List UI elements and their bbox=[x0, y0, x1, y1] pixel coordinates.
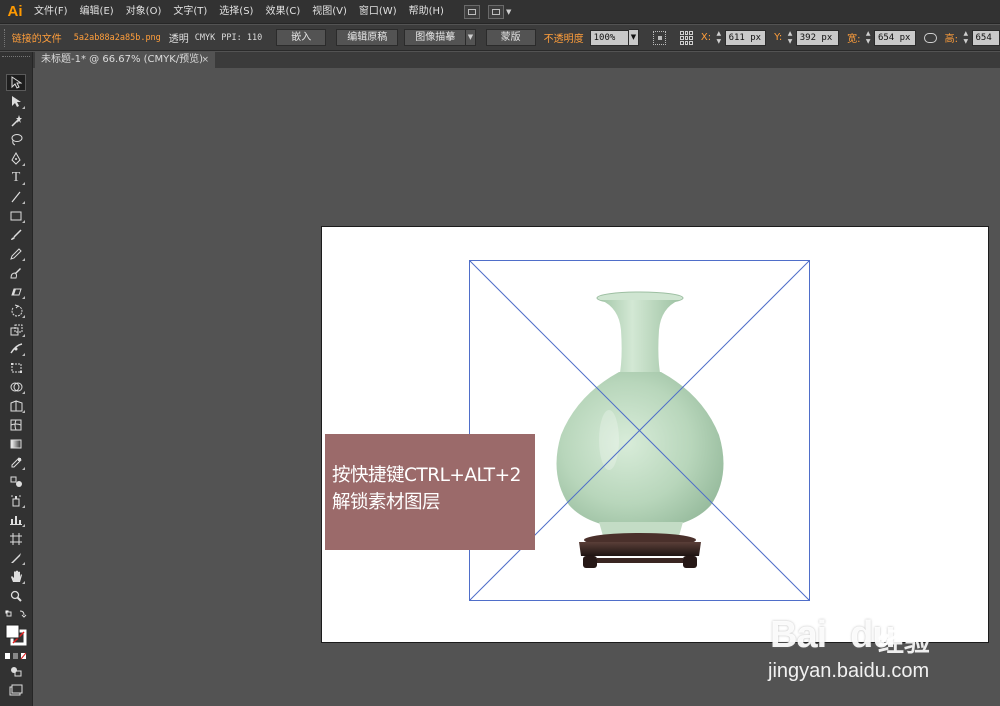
blend-tool-icon[interactable] bbox=[6, 473, 26, 490]
embed-button[interactable]: 嵌入 bbox=[276, 29, 327, 46]
rectangle-tool-icon[interactable] bbox=[6, 207, 26, 224]
menu-object[interactable]: 对象(O) bbox=[120, 0, 168, 24]
width-stepper-icon[interactable]: ▲ ▼ bbox=[865, 30, 872, 46]
line-tool-icon[interactable] bbox=[6, 188, 26, 205]
control-bar: 链接的文件 5a2ab88a2a85b.png 透明 CMYK PPI: 110… bbox=[0, 25, 1000, 51]
width-field[interactable]: 654 px bbox=[873, 29, 916, 46]
menu-window[interactable]: 窗口(W) bbox=[353, 0, 403, 24]
arrange-documents-icon[interactable] bbox=[487, 4, 504, 19]
opacity-dropdown-icon[interactable]: ▼ bbox=[629, 29, 639, 46]
chevron-down-icon[interactable]: ▼ bbox=[506, 8, 511, 16]
width-label[interactable]: 宽: bbox=[847, 30, 860, 45]
watermark-logo: Bai du bbox=[770, 614, 896, 656]
eraser-tool-icon[interactable] bbox=[6, 283, 26, 300]
handle-top-right[interactable] bbox=[808, 260, 810, 262]
image-trace-button[interactable]: 图像描摹 bbox=[404, 29, 467, 46]
color-mode-icons[interactable] bbox=[4, 652, 28, 660]
mesh-tool-icon[interactable] bbox=[6, 416, 26, 433]
document-tab[interactable]: 未标题-1* @ 66.67% (CMYK/预览) × bbox=[35, 52, 215, 68]
eyedropper-tool-icon[interactable] bbox=[6, 454, 26, 471]
document-tab-bar: 未标题-1* @ 66.67% (CMYK/预览) × bbox=[33, 52, 1000, 68]
y-stepper-icon[interactable]: ▲ ▼ bbox=[786, 30, 793, 46]
watermark-brand: 经验 bbox=[878, 628, 931, 658]
width-tool-icon[interactable] bbox=[6, 340, 26, 357]
menu-bar: Ai 文件(F) 编辑(E) 对象(O) 文字(T) 选择(S) 效果(C) 视… bbox=[0, 0, 1000, 24]
menu-view[interactable]: 视图(V) bbox=[306, 0, 353, 24]
free-transform-tool-icon[interactable] bbox=[6, 359, 26, 376]
close-icon[interactable]: × bbox=[201, 52, 209, 68]
edit-original-button[interactable]: 编辑原稿 bbox=[336, 29, 399, 46]
note-line-2: 解锁素材图层 bbox=[332, 492, 441, 513]
menu-select[interactable]: 选择(S) bbox=[213, 0, 259, 24]
rotate-tool-icon[interactable] bbox=[6, 302, 26, 319]
baidu-watermark: Bai du 经验 jingyan.baidu.com bbox=[760, 600, 990, 700]
instruction-note: 按快捷键CTRL+ALT+2 解锁素材图层 bbox=[325, 434, 535, 550]
align-grid-icon[interactable] bbox=[679, 30, 693, 45]
menu-file[interactable]: 文件(F) bbox=[28, 0, 74, 24]
height-field[interactable]: 654 bbox=[971, 29, 1000, 46]
slice-tool-icon[interactable] bbox=[6, 549, 26, 566]
document-tab-title: 未标题-1* @ 66.67% (CMYK/预览) bbox=[41, 54, 204, 65]
menu-edit[interactable]: 编辑(E) bbox=[74, 0, 120, 24]
gradient-tool-icon[interactable] bbox=[6, 435, 26, 452]
tools-grip-handle[interactable] bbox=[2, 56, 30, 60]
x-stepper-icon[interactable]: ▲ ▼ bbox=[715, 30, 722, 46]
handle-bottom-left[interactable] bbox=[469, 599, 471, 601]
magic-wand-tool-icon[interactable] bbox=[6, 112, 26, 129]
mask-button[interactable]: 蒙版 bbox=[485, 29, 536, 46]
height-stepper-icon[interactable]: ▲ ▼ bbox=[962, 30, 969, 46]
ppi-label: PPI: 110 bbox=[221, 32, 263, 43]
pencil-tool-icon[interactable] bbox=[6, 245, 26, 262]
height-label[interactable]: 高: bbox=[945, 30, 958, 45]
constrain-proportions-icon[interactable] bbox=[923, 32, 937, 43]
paintbrush-tool-icon[interactable] bbox=[6, 226, 26, 243]
y-field[interactable]: 392 px bbox=[795, 29, 840, 46]
blob-brush-tool-icon[interactable] bbox=[6, 264, 26, 281]
app-logo: Ai bbox=[7, 3, 23, 20]
column-graph-tool-icon[interactable] bbox=[6, 511, 26, 528]
opacity-field[interactable]: 100% bbox=[589, 29, 630, 46]
menu-effect[interactable]: 效果(C) bbox=[259, 0, 306, 24]
grip-handle[interactable] bbox=[4, 28, 8, 47]
linked-filename[interactable]: 5a2ab88a2a85b.png bbox=[74, 33, 161, 43]
shape-builder-tool-icon[interactable] bbox=[6, 378, 26, 395]
bridge-icon[interactable] bbox=[463, 4, 480, 19]
fill-stroke-swatch[interactable] bbox=[5, 624, 27, 646]
menu-type[interactable]: 文字(T) bbox=[167, 0, 213, 24]
linked-file-link[interactable]: 链接的文件 bbox=[12, 30, 62, 45]
direct-selection-tool-icon[interactable] bbox=[6, 93, 26, 110]
opacity-link[interactable]: 不透明度 bbox=[544, 30, 584, 45]
symbol-sprayer-tool-icon[interactable] bbox=[6, 492, 26, 509]
scale-tool-icon[interactable] bbox=[6, 321, 26, 338]
watermark-url: jingyan.baidu.com bbox=[768, 660, 930, 682]
reference-point-icon[interactable] bbox=[652, 30, 666, 45]
menu-help[interactable]: 帮助(H) bbox=[403, 0, 450, 24]
drawing-mode-icon[interactable] bbox=[9, 665, 23, 677]
transparency-label: 透明 bbox=[168, 34, 189, 45]
note-line-1: 按快捷键CTRL+ALT+2 bbox=[332, 465, 521, 486]
color-mode-label: CMYK bbox=[194, 32, 216, 43]
lasso-tool-icon[interactable] bbox=[6, 131, 26, 148]
selection-tool-icon[interactable] bbox=[6, 74, 26, 91]
y-label[interactable]: Y: bbox=[774, 32, 782, 43]
image-trace-dropdown-icon[interactable]: ▼ bbox=[466, 29, 476, 46]
x-label[interactable]: X: bbox=[701, 32, 711, 43]
pen-tool-icon[interactable] bbox=[6, 150, 26, 167]
zoom-tool-icon[interactable] bbox=[6, 587, 26, 604]
default-colors-icon[interactable] bbox=[4, 609, 28, 619]
screen-mode-icon[interactable] bbox=[9, 684, 23, 696]
type-tool-icon[interactable]: T bbox=[6, 169, 26, 186]
tools-panel: T bbox=[0, 52, 33, 706]
perspective-grid-tool-icon[interactable] bbox=[6, 397, 26, 414]
artboard-tool-icon[interactable] bbox=[6, 530, 26, 547]
x-field[interactable]: 611 px bbox=[724, 29, 767, 46]
hand-tool-icon[interactable] bbox=[6, 568, 26, 585]
handle-top-left[interactable] bbox=[469, 260, 471, 262]
